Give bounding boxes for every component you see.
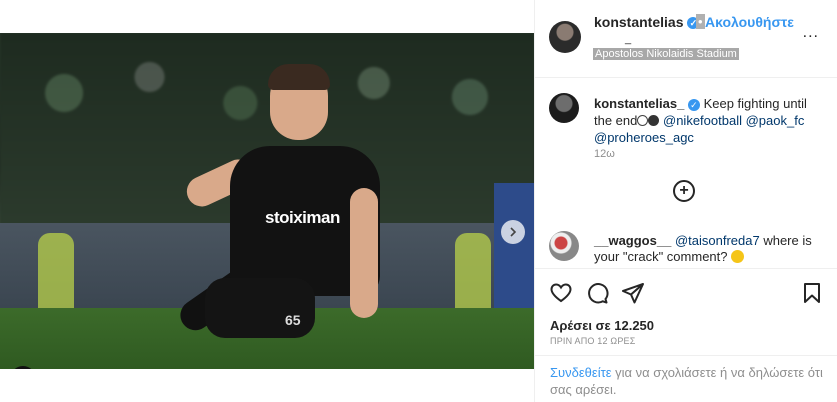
- verified-icon: ✓: [687, 98, 700, 111]
- comment-icon[interactable]: [585, 281, 609, 305]
- commenter-avatar[interactable]: [549, 231, 579, 261]
- shirt-number: 65: [285, 312, 301, 328]
- comment-text: __waggos__ @taisonfreda7 where is your "…: [594, 233, 824, 265]
- player-figure: stoiximan 65: [174, 64, 405, 368]
- action-bar: [535, 268, 837, 314]
- post-header: konstantelias ✓ • Ακολουθήστε ... _ Apos…: [535, 0, 837, 78]
- football-icon: [648, 115, 660, 126]
- login-link[interactable]: Συνδεθείτε: [550, 365, 612, 380]
- caption-timestamp: 12ω: [594, 148, 615, 160]
- mention-link[interactable]: @proheroes_agc: [594, 130, 694, 145]
- heart-icon[interactable]: [549, 281, 573, 305]
- mention-link[interactable]: @taisonfreda7: [675, 233, 760, 248]
- likes-count[interactable]: Αρέσει σε 12.250: [550, 318, 654, 333]
- login-prompt: Συνδεθείτε για να σχολιάσετε ή να δηλώσε…: [535, 355, 837, 398]
- author-avatar[interactable]: [549, 21, 581, 53]
- post-modal: stoiximan 65 konstantelias ✓ • Ακολουθήσ…: [0, 0, 837, 402]
- post-timestamp[interactable]: ΠΡΙΝ ΑΠΟ 12 ΩΡΕΣ: [550, 336, 636, 346]
- location-link[interactable]: Apostolos Nikolaidis Stadium: [593, 48, 739, 60]
- bookmark-icon[interactable]: [800, 281, 824, 305]
- header-extra-text: _: [625, 33, 632, 45]
- post-photo[interactable]: stoiximan 65: [0, 33, 534, 369]
- caption-username[interactable]: konstantelias_: [594, 96, 684, 111]
- add-circle-icon[interactable]: +: [673, 180, 695, 202]
- caption-text: konstantelias_ ✓ Keep fighting until the…: [594, 95, 824, 146]
- author-username[interactable]: konstantelias ✓: [594, 14, 700, 30]
- mention-link[interactable]: @paok_fc: [746, 113, 805, 128]
- dot-separator: •: [696, 14, 705, 29]
- next-arrow-icon[interactable]: [501, 220, 525, 244]
- football-icon: [637, 115, 649, 126]
- caption-avatar[interactable]: [549, 93, 579, 123]
- mention-link[interactable]: @nikefootball: [663, 113, 742, 128]
- more-icon[interactable]: ...: [803, 24, 819, 42]
- post-side-panel: konstantelias ✓ • Ακολουθήστε ... _ Apos…: [534, 0, 837, 402]
- follow-button[interactable]: Ακολουθήστε: [705, 14, 794, 30]
- share-icon[interactable]: [621, 281, 645, 305]
- shirt-sponsor: stoiximan: [265, 208, 340, 227]
- laughing-emoji-icon: [731, 250, 745, 263]
- comment-username[interactable]: __waggos__: [594, 233, 671, 248]
